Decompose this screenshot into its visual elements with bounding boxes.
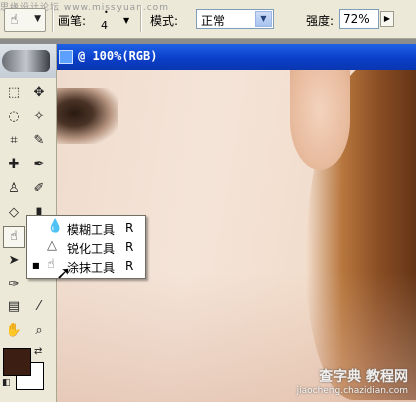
options-bar: 思缘设计论坛 www.missyuan.com ☝ ▼ 画笔: • 4 ▼ 模式…: [0, 0, 416, 39]
sharpen-triangle-icon: △: [47, 238, 57, 253]
swap-colors-icon[interactable]: ⇄: [34, 346, 42, 357]
watermark-line2: jiaocheng.chazidian.com: [296, 386, 408, 396]
divider: [52, 6, 54, 32]
menu-item-blur[interactable]: 💧 模糊工具 R: [27, 219, 145, 237]
document-title: @ 100%(RGB): [78, 49, 158, 63]
chevron-down-icon[interactable]: ▼: [255, 11, 272, 27]
menu-item-label: 涂抹工具: [67, 261, 116, 275]
marquee-tool-icon[interactable]: ⬚: [3, 82, 25, 104]
default-colors-icon[interactable]: ◧: [2, 378, 11, 388]
mode-label: 模式:: [150, 14, 179, 28]
selected-bullet-icon: ■: [32, 261, 40, 270]
toolbox-header[interactable]: [0, 44, 56, 78]
strength-slider-toggle[interactable]: ▶: [380, 11, 394, 27]
brush-size: 4: [101, 19, 108, 32]
brush-tip-icon: •: [104, 8, 109, 17]
smudge-tool-icon: ☝: [10, 12, 19, 28]
pen-tool-icon[interactable]: ✑: [3, 274, 25, 296]
menu-item-shortcut: R: [125, 221, 134, 235]
mode-select[interactable]: 正常 ▼: [196, 9, 274, 29]
mouse-cursor-icon: ➚: [56, 263, 72, 284]
menu-item-shortcut: R: [125, 259, 134, 273]
chevron-down-icon: ▼: [34, 14, 41, 24]
zoom-tool-icon[interactable]: ⌕: [28, 320, 50, 342]
ear-region: [290, 70, 350, 170]
tool-flyout-menu: 💧 模糊工具 R △ 锐化工具 R ■ ☝ 涂抹工具 R: [26, 215, 146, 279]
magic-wand-icon[interactable]: ✧: [28, 106, 50, 128]
blur-drop-icon: 💧: [47, 219, 64, 234]
brush-tool-icon[interactable]: ✒: [28, 154, 50, 176]
smudge-finger-icon: ☝: [47, 257, 55, 272]
eraser-tool-icon[interactable]: ◇: [3, 202, 25, 224]
watermark-line1: 查字典 教程网: [319, 369, 408, 385]
brush-picker[interactable]: • 4 ▼: [92, 6, 130, 32]
divider: [140, 6, 142, 32]
eye-region: [56, 88, 118, 144]
menu-item-label: 模糊工具: [67, 223, 116, 237]
menu-item-sharpen[interactable]: △ 锐化工具 R: [27, 238, 145, 256]
history-brush-icon[interactable]: ✐: [28, 178, 50, 200]
photoshop-logo-icon: [2, 50, 50, 72]
path-select-icon[interactable]: ➤: [3, 250, 25, 272]
healing-brush-icon[interactable]: ✚: [3, 154, 25, 176]
foreground-color-swatch[interactable]: [3, 348, 31, 376]
strength-value: 72%: [343, 12, 370, 26]
menu-item-shortcut: R: [125, 240, 134, 254]
document-icon: [59, 50, 73, 64]
document-title-bar[interactable]: @ 100%(RGB): [56, 44, 416, 70]
hand-tool-icon[interactable]: ✋: [3, 320, 25, 342]
chevron-down-icon: ▼: [123, 16, 130, 25]
clone-stamp-icon[interactable]: ♙: [3, 178, 25, 200]
watermark-bottom: 查字典 教程网 jiaocheng.chazidian.com: [297, 366, 408, 396]
crop-tool-icon[interactable]: ⌗: [3, 130, 25, 152]
notes-tool-icon[interactable]: ▤: [3, 296, 25, 318]
mode-value: 正常: [201, 14, 226, 28]
smudge-tool-icon[interactable]: ☝: [3, 226, 25, 248]
strength-label: 强度:: [306, 14, 335, 28]
menu-item-label: 锐化工具: [67, 242, 116, 256]
lasso-tool-icon[interactable]: ◌: [3, 106, 25, 128]
menu-item-smudge[interactable]: ■ ☝ 涂抹工具 R: [27, 257, 145, 275]
slice-tool-icon[interactable]: ✎: [28, 130, 50, 152]
tool-preset-picker[interactable]: ☝ ▼: [4, 8, 46, 32]
strength-input[interactable]: 72%: [339, 9, 379, 29]
move-tool-icon[interactable]: ✥: [28, 82, 50, 104]
brush-label: 画笔:: [58, 14, 87, 28]
eyedropper-icon[interactable]: ⁄: [28, 296, 50, 318]
